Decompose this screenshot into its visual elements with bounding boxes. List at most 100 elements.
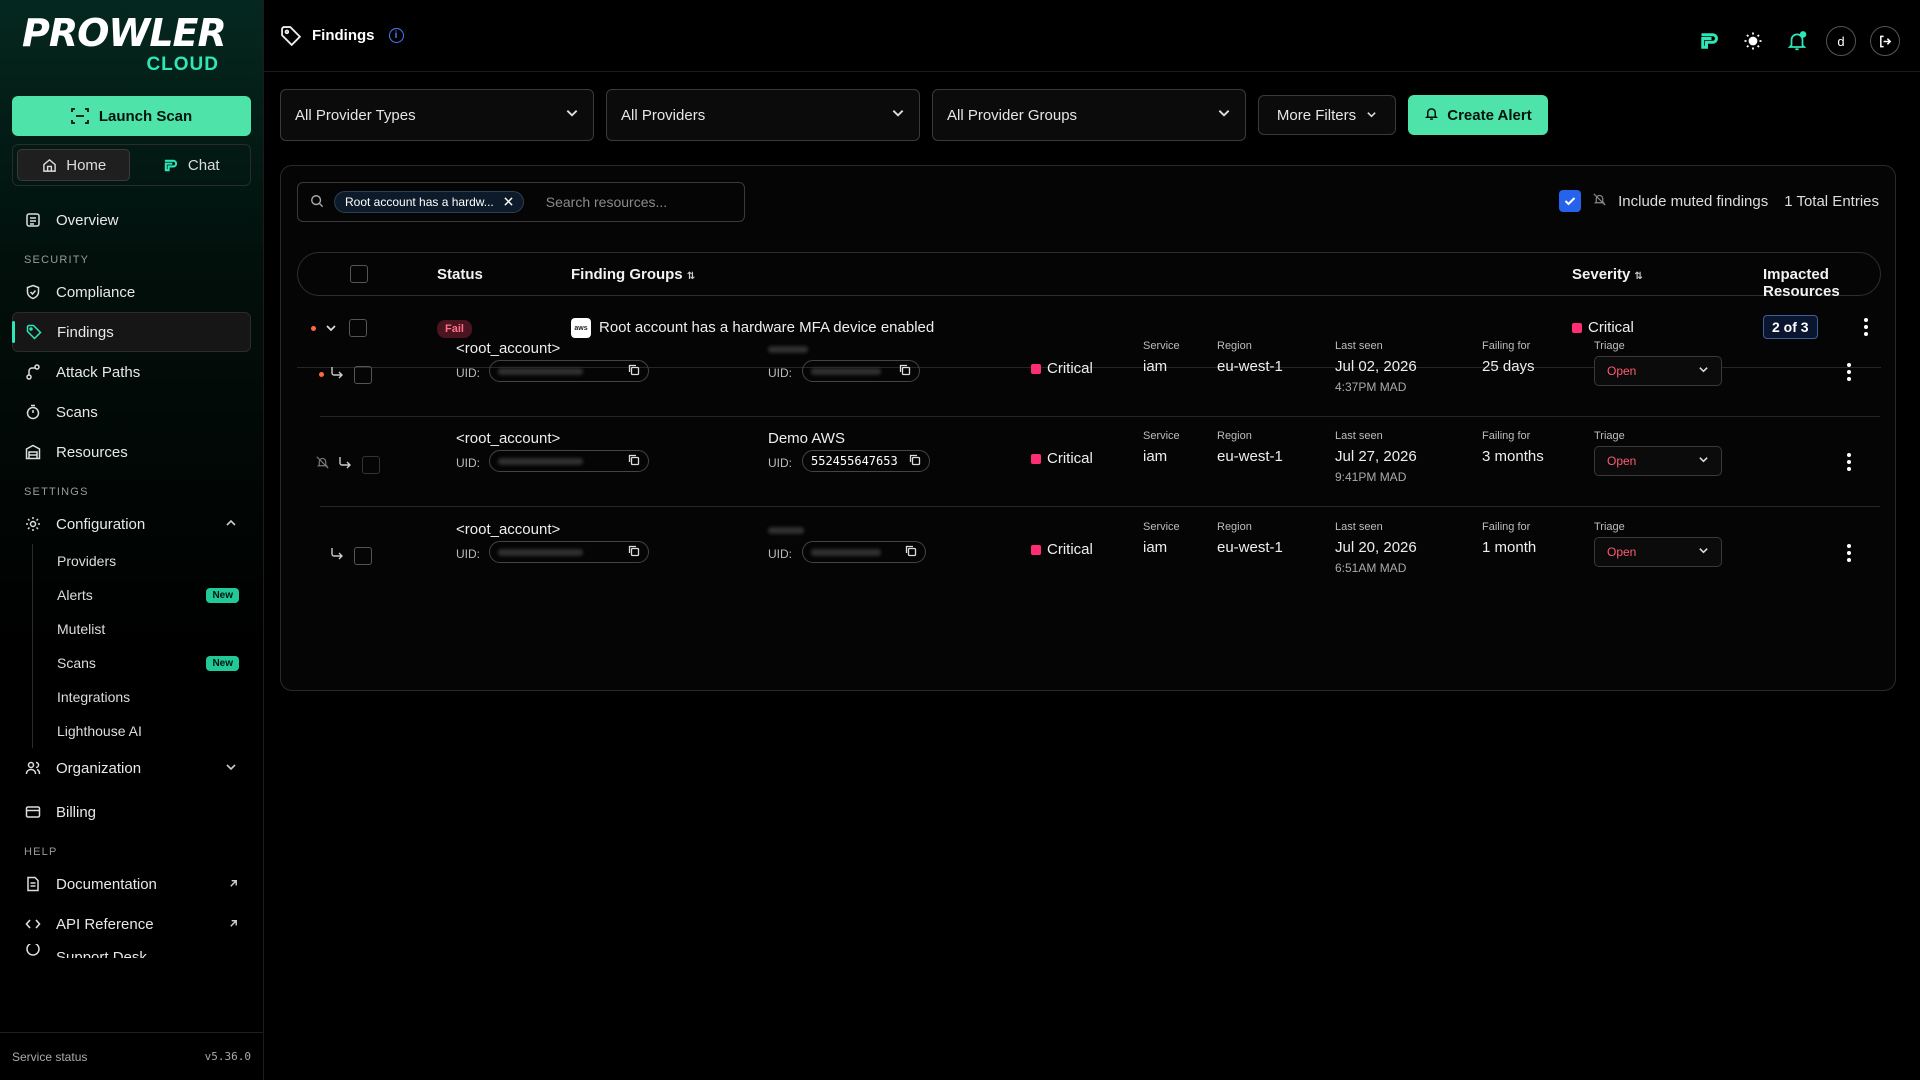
- chevron-down-icon: [1698, 545, 1709, 559]
- copy-icon[interactable]: [628, 544, 640, 561]
- sidebar-item-integrations[interactable]: Integrations: [57, 680, 251, 714]
- launch-scan-button[interactable]: Launch Scan: [12, 96, 251, 136]
- failing-for-value: 3 months: [1482, 448, 1544, 465]
- child-arrow-icon: [330, 547, 344, 565]
- sidebar-item-resources[interactable]: Resources: [12, 432, 251, 472]
- create-alert-button[interactable]: Create Alert: [1408, 95, 1548, 135]
- more-actions-icon[interactable]: [1846, 362, 1852, 386]
- sidebar-item-overview[interactable]: Overview: [12, 200, 251, 240]
- more-actions-icon[interactable]: [1846, 452, 1852, 476]
- provider-uid-label: UID:: [768, 366, 792, 380]
- sidebar-item-findings[interactable]: Findings: [12, 312, 251, 352]
- home-icon: [40, 156, 58, 174]
- more-actions-icon[interactable]: [1846, 543, 1852, 567]
- copy-icon[interactable]: [909, 453, 921, 470]
- more-filters-label: More Filters: [1276, 106, 1357, 124]
- triage-select[interactable]: Open: [1594, 446, 1722, 476]
- sidebar-item-config-scans[interactable]: Scans New: [57, 646, 251, 680]
- header-severity-label: Severity: [1572, 266, 1631, 283]
- sidebar-item-api-reference[interactable]: API Reference: [12, 904, 251, 944]
- copy-icon[interactable]: [628, 453, 640, 470]
- copy-icon[interactable]: [905, 544, 917, 561]
- mutelist-label: Mutelist: [57, 621, 106, 637]
- header-actions: d: [1694, 26, 1900, 56]
- last-seen-label: Last seen: [1335, 521, 1383, 533]
- code-icon: [24, 915, 42, 933]
- triage-select[interactable]: Open: [1594, 537, 1722, 567]
- resource-name[interactable]: <root_account>: [456, 340, 560, 357]
- triage-value: Open: [1607, 364, 1637, 378]
- row-checkbox[interactable]: [354, 366, 372, 384]
- resource-uid-box: [489, 360, 649, 382]
- sun-icon[interactable]: [1738, 26, 1768, 56]
- resource-row[interactable]: <root_account> UID: UID: Critical Servic…: [264, 326, 1920, 417]
- severity-value: Critical: [1031, 360, 1093, 377]
- tab-home[interactable]: Home: [17, 149, 130, 181]
- triage-select[interactable]: Open: [1594, 356, 1722, 386]
- more-filters-button[interactable]: More Filters: [1258, 95, 1396, 135]
- failing-for-label: Failing for: [1482, 340, 1531, 352]
- copy-icon[interactable]: [899, 363, 911, 380]
- providers-select[interactable]: All Providers: [606, 89, 920, 141]
- sidebar-item-scans[interactable]: Scans: [12, 392, 251, 432]
- section-security: SECURITY: [24, 254, 90, 266]
- search-filter-chip[interactable]: Root account has a hardw...: [334, 191, 524, 213]
- sidebar-item-lighthouse-ai[interactable]: Lighthouse AI: [57, 714, 251, 748]
- provider-name: Demo AWS: [768, 430, 845, 447]
- provider-uid-label: UID:: [768, 547, 792, 561]
- sidebar-item-organization[interactable]: Organization: [12, 748, 251, 788]
- tab-chat[interactable]: Chat: [136, 149, 247, 181]
- critical-indicator: [1031, 545, 1041, 555]
- provider-uid-box: [802, 541, 926, 563]
- sidebar-item-alerts[interactable]: Alerts New: [57, 578, 251, 612]
- severity-label: Critical: [1047, 360, 1093, 377]
- total-entries: 1 Total Entries: [1784, 192, 1879, 210]
- failing-for-label: Failing for: [1482, 521, 1531, 533]
- sidebar-item-mutelist[interactable]: Mutelist: [57, 612, 251, 646]
- bell-icon[interactable]: [1782, 26, 1812, 56]
- sign-out-icon[interactable]: [1870, 26, 1900, 56]
- close-icon[interactable]: [504, 195, 513, 209]
- resource-row[interactable]: <root_account> UID: Demo AWS UID: 552455…: [264, 416, 1920, 507]
- copy-icon[interactable]: [628, 363, 640, 380]
- sidebar-item-billing[interactable]: Billing: [12, 792, 251, 832]
- sidebar-item-compliance[interactable]: Compliance: [12, 272, 251, 312]
- prowler-chat-icon[interactable]: [1694, 26, 1724, 56]
- overview-icon: [24, 211, 42, 229]
- home-chat-tabs: Home Chat: [12, 144, 251, 186]
- row-checkbox[interactable]: [362, 456, 380, 474]
- resource-name[interactable]: <root_account>: [456, 521, 560, 538]
- search-input[interactable]: Root account has a hardw... Search resou…: [297, 182, 745, 222]
- info-icon[interactable]: i: [388, 28, 404, 43]
- resource-row[interactable]: <root_account> UID: UID: Critical Servic…: [264, 507, 1920, 597]
- section-settings: SETTINGS: [24, 486, 89, 498]
- sidebar-item-documentation[interactable]: Documentation: [12, 864, 251, 904]
- region-value: eu-west-1: [1217, 448, 1283, 465]
- select-all-checkbox[interactable]: [350, 265, 368, 283]
- user-avatar[interactable]: d: [1826, 26, 1856, 56]
- sidebar-item-attack-paths[interactable]: Attack Paths: [12, 352, 251, 392]
- page-title: Findings: [312, 27, 375, 44]
- severity-label: Critical: [1047, 450, 1093, 467]
- failing-for-value: 1 month: [1482, 539, 1537, 556]
- prowler-logo[interactable]: PROWLER CLOUD: [12, 0, 251, 86]
- configuration-label: Configuration: [56, 515, 146, 533]
- search-placeholder: Search resources...: [545, 194, 668, 210]
- version-label: v5.36.0: [204, 1050, 251, 1063]
- header-finding-groups[interactable]: Finding Groups ⇅: [571, 266, 695, 283]
- row-checkbox[interactable]: [354, 547, 372, 565]
- provider-uid-redacted: [811, 367, 881, 375]
- providers-value: All Providers: [621, 106, 706, 124]
- provider-groups-select[interactable]: All Provider Groups: [932, 89, 1246, 141]
- service-status-link[interactable]: Service status: [12, 1050, 87, 1064]
- sidebar-item-providers[interactable]: Providers: [57, 544, 251, 578]
- sidebar-item-support-desk[interactable]: Support Desk: [12, 944, 251, 958]
- config-scans-label: Scans: [57, 655, 96, 671]
- include-muted-checkbox[interactable]: [1559, 190, 1582, 212]
- resource-name[interactable]: <root_account>: [456, 430, 560, 447]
- tag-icon: [25, 323, 43, 341]
- sidebar-item-configuration[interactable]: Configuration: [12, 504, 251, 544]
- warehouse-icon: [24, 443, 42, 461]
- header-severity[interactable]: Severity ⇅: [1572, 266, 1643, 283]
- provider-types-select[interactable]: All Provider Types: [280, 89, 594, 141]
